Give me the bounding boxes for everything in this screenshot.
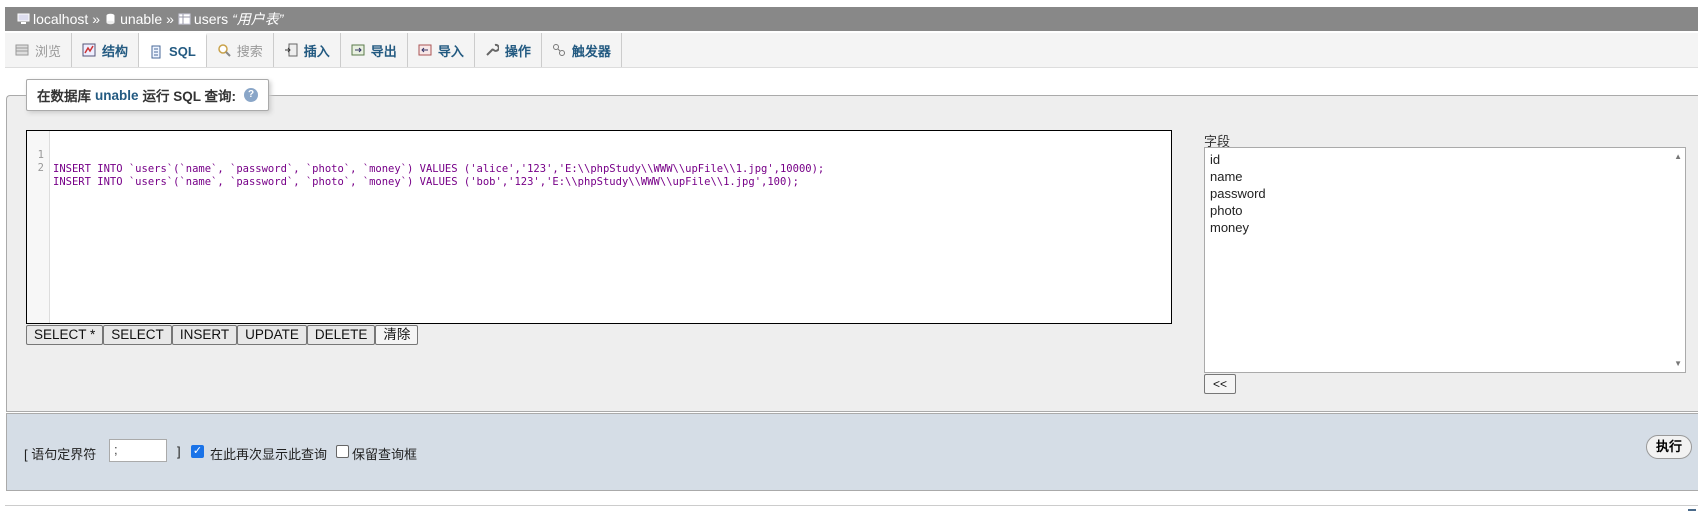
- go-button[interactable]: 执行: [1646, 435, 1693, 459]
- insert-icon: [284, 43, 298, 57]
- tab-search-label: 搜索: [236, 43, 263, 59]
- legend-prefix: 在数据库: [37, 89, 91, 104]
- breadcrumb-server[interactable]: localhost: [17, 11, 88, 27]
- field-option-photo[interactable]: photo: [1210, 202, 1685, 219]
- breadcrumb-separator: »: [166, 11, 174, 27]
- tab-sql-label: SQL: [169, 44, 196, 59]
- legend-db-link[interactable]: unable: [95, 88, 139, 103]
- delimiter-close-bracket: ]: [177, 444, 181, 459]
- legend-suffix: 运行 SQL 查询:: [142, 89, 237, 104]
- sql-editor[interactable]: 1 INSERT INTO `users`(`name`, `password`…: [26, 130, 1172, 324]
- panel-legend: 在数据库 unable 运行 SQL 查询: ?: [26, 79, 270, 111]
- tab-triggers[interactable]: 触发器: [542, 33, 622, 67]
- search-icon: [218, 44, 231, 57]
- tab-structure[interactable]: 结构: [72, 33, 140, 67]
- tab-operations[interactable]: 操作: [475, 33, 542, 67]
- server-icon: [17, 13, 30, 24]
- tab-export[interactable]: 导出: [341, 33, 408, 67]
- structure-icon: [82, 43, 96, 57]
- scroll-up-icon[interactable]: ▲: [1674, 152, 1682, 161]
- line-code: INSERT INTO `users`(`name`, `password`, …: [53, 163, 825, 175]
- breadcrumb-separator: »: [92, 11, 101, 27]
- select-star-button[interactable]: SELECT *: [26, 325, 104, 345]
- delimiter-label: [ 语句定界符: [24, 447, 97, 462]
- tab-triggers-label: 触发器: [571, 43, 611, 59]
- delimiter-input[interactable]: ;: [109, 439, 167, 462]
- tab-browse-label: 浏览: [35, 43, 62, 59]
- tab-sql[interactable]: SQL: [139, 33, 207, 67]
- field-option-money[interactable]: money: [1210, 219, 1685, 236]
- browse-icon: [15, 44, 29, 56]
- tab-export-label: 导出: [370, 43, 397, 59]
- export-icon: [351, 44, 365, 56]
- breadcrumb-server-label: localhost: [33, 11, 89, 27]
- editor-line: 1 INSERT INTO `users`(`name`, `password`…: [27, 134, 825, 175]
- wrench-icon: [486, 43, 499, 56]
- field-option-name[interactable]: name: [1210, 168, 1685, 185]
- divider: [5, 505, 1698, 506]
- breadcrumb-database[interactable]: unable: [104, 11, 162, 27]
- show-again-label[interactable]: 在此再次显示此查询: [210, 444, 327, 463]
- field-option-id[interactable]: id: [1210, 151, 1685, 168]
- select-button[interactable]: SELECT: [103, 325, 172, 345]
- tab-import-label: 导入: [437, 43, 464, 59]
- help-icon[interactable]: ?: [244, 88, 259, 102]
- clear-button[interactable]: 清除: [375, 325, 419, 345]
- retain-box-label[interactable]: 保留查询框: [352, 444, 417, 463]
- scroll-down-icon[interactable]: ▼: [1674, 359, 1682, 368]
- tab-bar: 浏览 结构 SQL 搜索 插入 导出 导入 操作 触发器: [5, 33, 1698, 68]
- field-option-password[interactable]: password: [1210, 185, 1685, 202]
- tab-import[interactable]: 导入: [408, 33, 475, 67]
- update-button[interactable]: UPDATE: [237, 325, 307, 345]
- line-number: 2: [37, 162, 44, 174]
- table-icon: [178, 13, 191, 25]
- tab-insert[interactable]: 插入: [274, 33, 341, 67]
- breadcrumb-database-label: unable: [120, 11, 163, 27]
- tab-operations-label: 操作: [504, 43, 531, 59]
- sql-snippet-buttons: SELECT * SELECT INSERT UPDATE DELETE 清除: [26, 325, 419, 345]
- tab-insert-label: 插入: [303, 43, 330, 59]
- scroll-corner-marker: [1688, 509, 1696, 511]
- breadcrumb-table[interactable]: users: [178, 11, 228, 27]
- delete-button[interactable]: DELETE: [306, 325, 376, 345]
- editor-line: 2 INSERT INTO `users`(`name`, `password`…: [27, 147, 799, 188]
- line-code: INSERT INTO `users`(`name`, `password`, …: [53, 176, 799, 188]
- tab-browse[interactable]: 浏览: [5, 33, 73, 67]
- database-icon: [106, 13, 115, 25]
- import-icon: [418, 44, 432, 56]
- tab-search[interactable]: 搜索: [207, 33, 274, 67]
- table-comment: “用户表”: [232, 11, 284, 27]
- triggers-icon: [552, 44, 565, 56]
- insert-button[interactable]: INSERT: [171, 325, 238, 345]
- breadcrumb-table-label: users: [193, 11, 229, 27]
- insert-field-button[interactable]: <<: [1204, 374, 1237, 394]
- retain-box-checkbox[interactable]: [336, 445, 349, 458]
- field-list[interactable]: id name password photo money ▲ ▼: [1204, 147, 1686, 373]
- show-again-checkbox[interactable]: ✓: [191, 445, 204, 458]
- tab-structure-label: 结构: [102, 43, 129, 59]
- sql-icon: [151, 45, 161, 58]
- breadcrumb: localhost » unable » users “用户表”: [5, 7, 1698, 31]
